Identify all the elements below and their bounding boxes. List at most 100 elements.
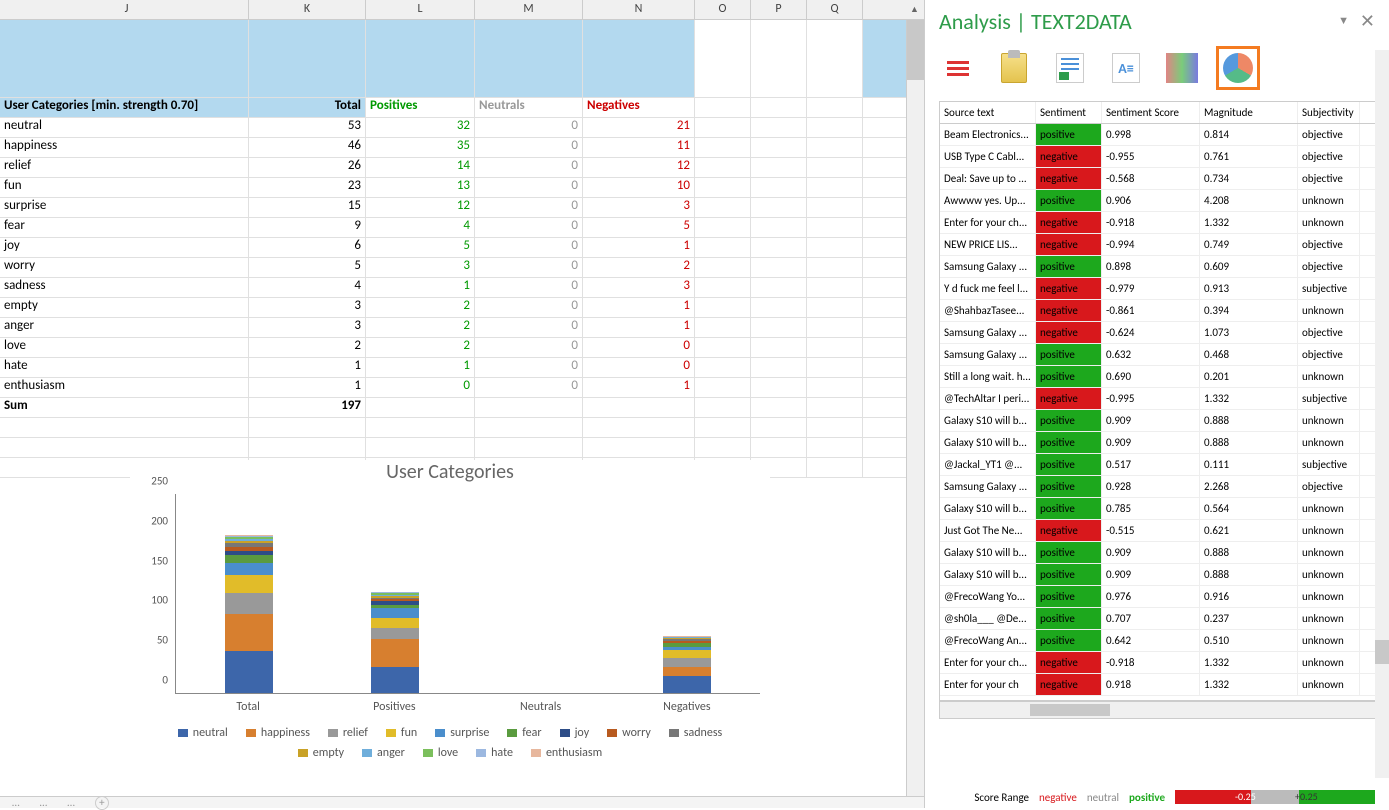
chart-xlabel: Total <box>175 700 321 714</box>
analysis-row[interactable]: @FrecoWang Yo... positive 0.976 0.916 un… <box>940 586 1376 608</box>
analysis-row[interactable]: @TechAltar I peri... negative -0.995 1.3… <box>940 388 1376 410</box>
table-row[interactable]: happiness46 350 11 <box>0 138 924 158</box>
analysis-row[interactable]: Y d fuck me feel l... negative -0.979 0.… <box>940 278 1376 300</box>
col-header-l[interactable]: L <box>366 0 475 19</box>
table-row[interactable]: relief26 140 12 <box>0 158 924 178</box>
analysis-row[interactable]: Deal: Save up to ... negative -0.568 0.7… <box>940 168 1376 190</box>
analysis-row[interactable]: Enter for your ch... negative -0.918 1.3… <box>940 652 1376 674</box>
sheet-tabs[interactable]: ……… + <box>0 796 924 808</box>
table-row[interactable]: worry5 30 2 <box>0 258 924 278</box>
chart-xlabel: Neutrals <box>468 700 614 714</box>
analysis-panel: Analysis|TEXT2DATA ▼ ✕ A≡ Source text Se… <box>925 0 1389 808</box>
analysis-row[interactable]: USB Type C Cabl... negative -0.955 0.761… <box>940 146 1376 168</box>
th-magnitude[interactable]: Magnitude <box>1200 102 1298 123</box>
table-row[interactable]: joy6 50 1 <box>0 238 924 258</box>
analysis-row[interactable]: NEW PRICE LIS... negative -0.994 0.749 o… <box>940 234 1376 256</box>
legend-item: enthusiasm <box>531 746 602 760</box>
legend-item: surprise <box>435 726 489 740</box>
table-row[interactable]: anger3 20 1 <box>0 318 924 338</box>
table-row[interactable]: love2 20 0 <box>0 338 924 358</box>
chart-bar-Positives <box>371 592 419 693</box>
analysis-row[interactable]: Galaxy S10 will b... positive 0.909 0.88… <box>940 432 1376 454</box>
th-source[interactable]: Source text <box>940 102 1036 123</box>
analysis-table: Source text Sentiment Sentiment Score Ma… <box>939 101 1377 701</box>
menu-icon[interactable] <box>939 49 977 87</box>
panel-horizontal-scrollbar[interactable] <box>939 701 1377 719</box>
analysis-row[interactable]: Beam Electronics... positive 0.998 0.814… <box>940 124 1376 146</box>
analysis-row[interactable]: @Jackal_YT1 @... positive 0.517 0.111 su… <box>940 454 1376 476</box>
empty-row[interactable] <box>0 438 924 458</box>
document-icon[interactable]: A≡ <box>1107 49 1145 87</box>
score-range-bar: -1 -0.25 +0.25 +1 <box>1175 790 1375 804</box>
legend-item: worry <box>607 726 651 740</box>
wordcloud-icon[interactable] <box>1163 49 1201 87</box>
analysis-row[interactable]: Galaxy S10 will b... positive 0.909 0.88… <box>940 542 1376 564</box>
legend-item: hate <box>476 746 513 760</box>
chart-xlabel: Negatives <box>614 700 760 714</box>
spreadsheet-area: J K L M N O P Q User Categories [min. st… <box>0 0 925 808</box>
analysis-row[interactable]: Samsung Galaxy ... positive 0.632 0.468 … <box>940 344 1376 366</box>
analysis-row[interactable]: Just Got The Ne... negative -0.515 0.621… <box>940 520 1376 542</box>
th-subjectivity[interactable]: Subjectivity <box>1298 102 1360 123</box>
table-row[interactable]: fun23 130 10 <box>0 178 924 198</box>
panel-close-icon[interactable]: ✕ <box>1360 10 1375 32</box>
legend-item: empty <box>298 746 344 760</box>
legend-item: love <box>423 746 458 760</box>
add-sheet-button[interactable]: + <box>95 796 109 810</box>
chart-user-categories[interactable]: User Categories 050100150200250 TotalPos… <box>130 460 770 770</box>
table-row[interactable]: hate1 10 0 <box>0 358 924 378</box>
analysis-row[interactable]: Enter for your ch negative 0.918 1.332 u… <box>940 674 1376 696</box>
vertical-scrollbar[interactable] <box>906 20 924 796</box>
legend-item: sadness <box>669 726 722 740</box>
analysis-row[interactable]: @sh0la___ @De... positive 0.707 0.237 un… <box>940 608 1376 630</box>
table-header-row[interactable]: User Categories [min. strength 0.70]Tota… <box>0 98 924 118</box>
table-row[interactable]: enthusiasm1 00 1 <box>0 378 924 398</box>
score-range-label: Score Range <box>974 791 1029 804</box>
analysis-row[interactable]: Galaxy S10 will b... positive 0.909 0.88… <box>940 564 1376 586</box>
table-row[interactable]: sadness4 10 3 <box>0 278 924 298</box>
legend-item: neutral <box>178 726 228 740</box>
column-headers: J K L M N O P Q <box>0 0 924 20</box>
col-header-k[interactable]: K <box>249 0 366 19</box>
analysis-row[interactable]: Samsung Galaxy ... positive 0.928 2.268 … <box>940 476 1376 498</box>
clipboard-icon[interactable] <box>995 49 1033 87</box>
empty-row[interactable] <box>0 418 924 438</box>
spreadsheet-rows: User Categories [min. strength 0.70]Tota… <box>0 20 924 478</box>
analysis-row[interactable]: Samsung Galaxy ... negative -0.624 1.073… <box>940 322 1376 344</box>
analysis-row[interactable]: Enter for your ch... negative -0.918 1.3… <box>940 212 1376 234</box>
col-header-j[interactable]: J <box>5 0 249 19</box>
table-row[interactable]: neutral53 320 21 <box>0 118 924 138</box>
analysis-row[interactable]: @FrecoWang An... positive 0.642 0.510 un… <box>940 630 1376 652</box>
th-sentiment[interactable]: Sentiment <box>1036 102 1102 123</box>
table-row[interactable]: empty3 20 1 <box>0 298 924 318</box>
excel-icon[interactable] <box>1051 49 1089 87</box>
panel-menu-icon[interactable]: ▼ <box>1338 14 1349 27</box>
col-header-q[interactable]: Q <box>807 0 863 19</box>
panel-title: Analysis|TEXT2DATA <box>939 8 1132 35</box>
analysis-row[interactable]: Galaxy S10 will b... positive 0.909 0.88… <box>940 410 1376 432</box>
legend-item: joy <box>560 726 590 740</box>
analysis-row[interactable]: Still a long wait. h... positive 0.690 0… <box>940 366 1376 388</box>
analysis-row[interactable]: Samsung Galaxy ... positive 0.898 0.609 … <box>940 256 1376 278</box>
table-row[interactable]: surprise15 120 3 <box>0 198 924 218</box>
chart-plot: 050100150200250 <box>175 494 760 694</box>
table-row[interactable]: fear9 40 5 <box>0 218 924 238</box>
th-score[interactable]: Sentiment Score <box>1102 102 1200 123</box>
panel-vertical-scrollbar[interactable] <box>1375 50 1389 778</box>
legend-item: fear <box>507 726 541 740</box>
pie-chart-icon[interactable] <box>1219 49 1257 87</box>
analysis-row[interactable]: Awwww yes. Up... positive 0.906 4.208 un… <box>940 190 1376 212</box>
legend-item: relief <box>328 726 368 740</box>
col-header-p[interactable]: P <box>751 0 807 19</box>
table-sum-row[interactable]: Sum197 <box>0 398 924 418</box>
col-header-n[interactable]: N <box>583 0 695 19</box>
chart-xlabel: Positives <box>321 700 467 714</box>
panel-toolbar: A≡ <box>939 49 1377 87</box>
col-header-o[interactable]: O <box>695 0 751 19</box>
analysis-row[interactable]: Galaxy S10 will b... positive 0.785 0.56… <box>940 498 1376 520</box>
legend-item: happiness <box>246 726 310 740</box>
chart-bar-Negatives <box>663 636 711 693</box>
selected-range[interactable] <box>0 20 924 98</box>
col-header-m[interactable]: M <box>475 0 583 19</box>
analysis-row[interactable]: @ShahbazTasee... negative -0.861 0.394 u… <box>940 300 1376 322</box>
